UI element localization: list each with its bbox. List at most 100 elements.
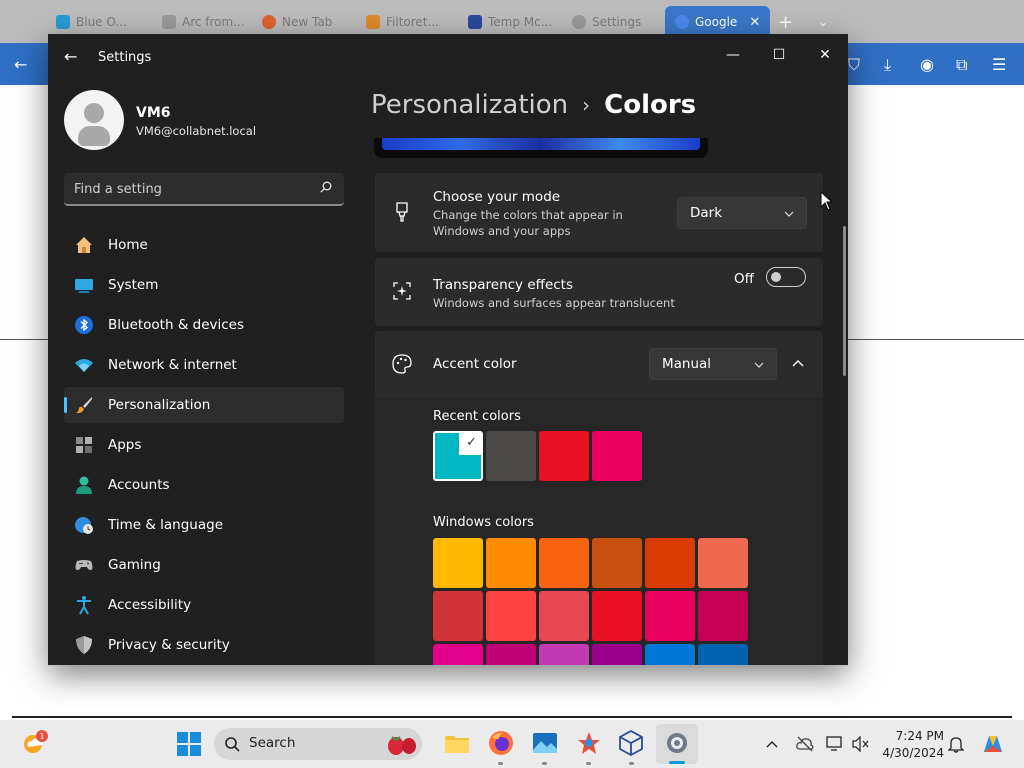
extensions-icon[interactable]: ⧉ (956, 55, 967, 75)
sidebar-item-privacy-security[interactable]: Privacy & security (64, 627, 344, 663)
sidebar-nav: Home System Bluetooth & devices Network … (64, 227, 344, 665)
strawberry-highlight-icon (388, 736, 416, 755)
sidebar-item-home[interactable]: Home (64, 227, 344, 263)
shield-check-icon[interactable]: ⛉ (848, 55, 860, 75)
recent-color-swatch[interactable] (539, 431, 589, 481)
windows-color-swatch[interactable] (539, 538, 589, 588)
copilot-icon[interactable] (980, 732, 1006, 756)
content-scrollbar[interactable] (843, 226, 846, 376)
breadcrumb-separator: › (582, 93, 591, 117)
search-input[interactable] (74, 179, 304, 199)
windows-color-swatch[interactable] (433, 591, 483, 641)
notification-bell-icon[interactable] (948, 735, 964, 753)
clock-time[interactable]: 7:24 PM (884, 729, 944, 743)
sidebar-item-accessibility[interactable]: Accessibility (64, 587, 344, 623)
cube-app-icon[interactable] (618, 730, 644, 756)
windows-color-swatch[interactable] (592, 591, 642, 641)
background-tab[interactable]: Temp Mc... (468, 8, 552, 36)
sidebar-item-label: Network & internet (108, 357, 237, 373)
browser-back-icon[interactable]: ← (14, 55, 27, 74)
palette-icon (392, 354, 412, 374)
cloud-offline-icon[interactable] (796, 736, 814, 752)
search-box[interactable] (64, 173, 344, 206)
start-windows-icon[interactable] (176, 731, 202, 757)
windows-color-swatch[interactable] (433, 538, 483, 588)
new-tab-button[interactable]: + (778, 8, 793, 36)
recent-colors-label: Recent colors (433, 409, 521, 424)
background-tab[interactable]: Filtoret... (366, 8, 439, 36)
page-title: Colors (604, 90, 697, 120)
title-bar: ← Settings — ☐ ✕ (48, 34, 848, 80)
home-icon (76, 237, 92, 253)
windows-color-swatch[interactable] (486, 591, 536, 641)
accent-color-dropdown[interactable]: Manual (649, 348, 777, 380)
sidebar-item-system[interactable]: System (64, 267, 344, 303)
avatar[interactable] (64, 90, 124, 150)
close-button[interactable]: ✕ (802, 40, 848, 70)
sidebar-item-label: Bluetooth & devices (108, 317, 245, 333)
display-icon[interactable] (826, 736, 844, 752)
breadcrumb-parent[interactable]: Personalization (371, 90, 568, 120)
profile-icon[interactable]: ◉ (920, 55, 934, 74)
windows-color-swatch[interactable] (539, 591, 589, 641)
recent-color-swatch[interactable] (486, 431, 536, 481)
tab-favicon-icon (675, 15, 689, 29)
windows-color-swatch[interactable] (645, 644, 695, 665)
settings-window: ← Settings — ☐ ✕ VM6 VM6@collabnet.local… (48, 34, 848, 665)
firefox-icon[interactable] (488, 730, 514, 756)
paint-app-icon[interactable] (576, 730, 602, 756)
windows-color-swatch[interactable] (645, 591, 695, 641)
windows-color-swatch[interactable] (698, 538, 748, 588)
sidebar-item-personalization[interactable]: Personalization (64, 387, 344, 423)
accessibility-icon (77, 596, 91, 615)
maximize-button[interactable]: ☐ (756, 40, 802, 70)
menu-icon[interactable]: ☰ (992, 55, 1006, 74)
windows-color-swatch[interactable] (592, 538, 642, 588)
minimize-button[interactable]: — (710, 40, 756, 70)
chevron-down-icon (784, 211, 794, 217)
recent-color-swatch[interactable] (592, 431, 642, 481)
volume-muted-icon[interactable] (852, 736, 870, 752)
windows-color-swatch[interactable] (698, 644, 748, 665)
paint-bucket-icon (396, 202, 408, 222)
recent-color-swatch[interactable]: ✓ (433, 431, 483, 481)
avatar-body (78, 126, 110, 146)
settings-gear-icon[interactable] (664, 730, 690, 756)
tab-close-icon[interactable]: ✕ (749, 15, 760, 30)
sidebar-item-bluetooth[interactable]: Bluetooth & devices (64, 307, 344, 343)
background-tab[interactable]: Settings (572, 8, 641, 36)
sidebar-item-time-language[interactable]: Time & language (64, 507, 344, 543)
windows-color-swatch[interactable] (645, 538, 695, 588)
background-tab[interactable]: Arc from... (162, 8, 245, 36)
mode-dropdown[interactable]: Dark (677, 197, 807, 229)
accent-color-card[interactable]: Accent color Manual (375, 331, 823, 398)
toggle-knob (771, 272, 781, 282)
windows-color-swatch[interactable] (539, 644, 589, 665)
background-tab[interactable]: Blue O... (56, 8, 127, 36)
windows-color-swatch[interactable] (486, 644, 536, 665)
windows-color-swatch[interactable] (592, 644, 642, 665)
windows-color-swatch[interactable] (698, 591, 748, 641)
transparency-description: Windows and surfaces appear translucent (433, 296, 675, 310)
back-arrow-icon[interactable]: ← (64, 47, 77, 66)
sidebar-item-apps[interactable]: Apps (64, 427, 344, 463)
sidebar-item-accounts[interactable]: Accounts (64, 467, 344, 503)
clock-date[interactable]: 4/30/2024 (874, 746, 944, 760)
weather-widget-icon[interactable]: 1 (20, 729, 48, 757)
background-tab[interactable]: New Tab (262, 8, 332, 36)
tab-list-chevron-icon[interactable]: ⌄ (818, 8, 828, 36)
transparency-toggle[interactable] (766, 267, 806, 287)
chevron-up-icon[interactable] (766, 739, 778, 749)
windows-color-swatch[interactable] (433, 644, 483, 665)
search-icon[interactable] (320, 181, 332, 193)
tab-favicon-icon (572, 15, 586, 29)
sidebar-item-network[interactable]: Network & internet (64, 347, 344, 383)
chevron-up-icon[interactable] (792, 358, 804, 370)
download-icon[interactable]: ⤓ (884, 55, 891, 75)
background-divider (12, 716, 1012, 718)
file-explorer-icon[interactable] (444, 730, 470, 756)
windows-color-swatch[interactable] (486, 538, 536, 588)
photos-icon[interactable] (532, 730, 558, 756)
sidebar-item-gaming[interactable]: Gaming (64, 547, 344, 583)
taskbar-search[interactable]: Search (214, 728, 422, 760)
